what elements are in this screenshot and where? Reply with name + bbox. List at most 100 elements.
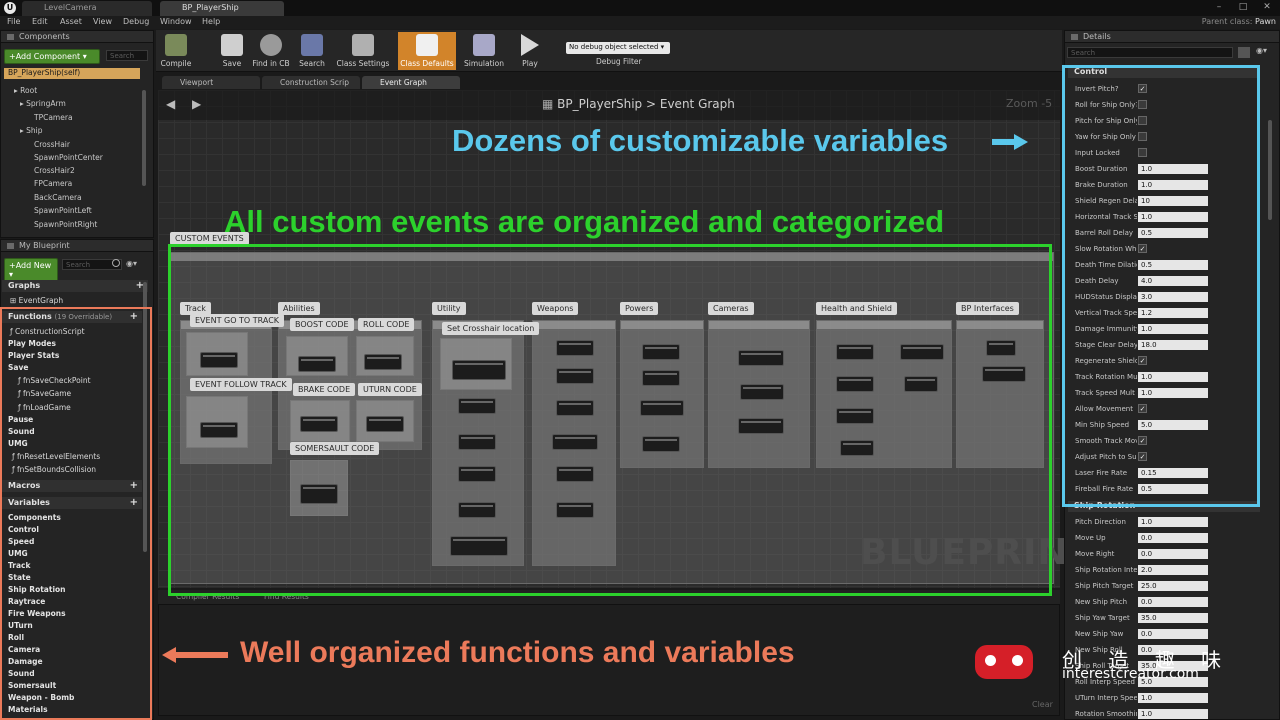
details-search-input[interactable]: Search: [1067, 47, 1233, 58]
details-label: New Ship Pitch: [1075, 598, 1128, 606]
menu-bar: File Edit Asset View Debug Window Help P…: [0, 16, 1280, 29]
parent-class: Parent class: Pawn: [1201, 17, 1276, 26]
clear-button[interactable]: Clear: [1032, 700, 1053, 709]
unreal-logo-icon: U: [4, 2, 16, 14]
details-label: UTurn Interp Speed: [1075, 694, 1137, 702]
tree-item-backcamera[interactable]: BackCamera: [34, 193, 82, 202]
components-scrollbar[interactable]: [142, 90, 146, 186]
menu-view[interactable]: View: [93, 17, 112, 26]
maximize-icon[interactable]: □: [1232, 1, 1254, 13]
tree-item-ship[interactable]: ▸ Ship: [20, 126, 43, 135]
annotation-functions: Well organized functions and variables: [240, 636, 795, 669]
tree-item-crosshair[interactable]: CrossHair: [34, 140, 70, 149]
play-button[interactable]: Play: [510, 32, 550, 70]
tree-item-root[interactable]: ▸ Root: [14, 86, 37, 95]
event-graph-item[interactable]: ⊞ EventGraph: [10, 296, 63, 305]
details-value-input[interactable]: 25.0: [1138, 581, 1208, 591]
breadcrumb-blueprint[interactable]: BP_PlayerShip: [557, 97, 642, 111]
annotation-custom-events: All custom events are organized and cate…: [224, 204, 945, 239]
tree-item-tpcamera[interactable]: TPCamera: [34, 113, 73, 122]
simulation-button[interactable]: Simulation: [462, 32, 506, 70]
property-matrix-icon[interactable]: [1238, 47, 1250, 58]
search-button[interactable]: Search: [294, 32, 330, 70]
checklist-icon: [416, 34, 438, 56]
details-label: Ship Yaw Target: [1075, 614, 1130, 622]
tree-item-spawnpointcenter[interactable]: SpawnPointCenter: [34, 153, 103, 162]
details-header: Details: [1065, 31, 1279, 43]
add-new-button[interactable]: +Add New ▾: [4, 258, 58, 282]
tree-item-crosshair2[interactable]: CrossHair2: [34, 166, 75, 175]
arrow-left-shaft: [176, 652, 228, 658]
tab-construction-script[interactable]: Construction Scrip: [262, 76, 360, 89]
details-value-input[interactable]: 0.0: [1138, 597, 1208, 607]
class-defaults-button[interactable]: Class Defaults: [398, 32, 456, 70]
details-label: New Ship Yaw: [1075, 630, 1124, 638]
tree-item-springarm[interactable]: ▸ SpringArm: [20, 99, 66, 108]
component-self[interactable]: BP_PlayerShip(self): [4, 68, 140, 79]
arrow-right-shaft: [992, 139, 1014, 145]
details-label: Move Right: [1075, 550, 1115, 558]
add-component-button[interactable]: +Add Component ▾: [4, 49, 100, 64]
menu-edit[interactable]: Edit: [32, 17, 48, 26]
binoculars-icon: [301, 34, 323, 56]
menu-file[interactable]: File: [7, 17, 20, 26]
menu-window[interactable]: Window: [160, 17, 192, 26]
graph-breadcrumb: ▦ BP_PlayerShip > Event Graph: [542, 97, 735, 111]
details-value-input[interactable]: 1.0: [1138, 709, 1208, 719]
components-search-input[interactable]: Search: [106, 50, 148, 61]
tab-viewport[interactable]: Viewport: [162, 76, 260, 89]
tab-event-graph[interactable]: Event Graph: [362, 76, 460, 89]
class-settings-button[interactable]: Class Settings: [334, 32, 392, 70]
breadcrumb-event-graph: Event Graph: [659, 97, 735, 111]
tab-bp-playership[interactable]: BP_PlayerShip: [160, 1, 284, 16]
tab-level-camera[interactable]: LevelCamera: [22, 1, 152, 16]
save-button[interactable]: Save: [214, 32, 250, 70]
details-label: Ship Pitch Target: [1075, 582, 1134, 590]
annotation-variables: Dozens of customizable variables: [452, 123, 949, 158]
close-icon[interactable]: ✕: [1256, 1, 1278, 13]
details-value-input[interactable]: 0.0: [1138, 533, 1208, 543]
view-options-icon[interactable]: ◉▾: [126, 259, 137, 268]
compile-gear-icon: [165, 34, 187, 56]
tree-item-spawnpointleft[interactable]: SpawnPointLeft: [34, 206, 92, 215]
details-scrollbar[interactable]: [1268, 120, 1272, 220]
details-label: Rotation Smoothing: [1075, 710, 1137, 718]
graphs-header[interactable]: Graphs +: [2, 280, 148, 292]
menu-asset[interactable]: Asset: [60, 17, 82, 26]
details-value-input[interactable]: 0.0: [1138, 629, 1208, 639]
tree-item-spawnpointright[interactable]: SpawnPointRight: [34, 220, 97, 229]
details-label: Move Up: [1075, 534, 1106, 542]
debug-filter-label: Debug Filter: [596, 57, 642, 66]
components-header: Components: [1, 31, 153, 43]
forward-arrow-icon[interactable]: ▶: [192, 97, 201, 111]
breadcrumb-separator: >: [645, 97, 657, 111]
view-options-icon[interactable]: ◉▾: [1256, 46, 1267, 55]
debug-object-select[interactable]: No debug object selected ▾: [566, 42, 670, 54]
compile-button[interactable]: Compile: [156, 32, 196, 70]
details-value-input[interactable]: 1.0: [1138, 517, 1208, 527]
back-arrow-icon[interactable]: ◀: [166, 97, 175, 111]
details-label: Pitch Direction: [1075, 518, 1126, 526]
watermark-text-en: interestcreator.com: [1062, 666, 1199, 682]
details-value-input[interactable]: 35.0: [1138, 613, 1208, 623]
gears-icon: [352, 34, 374, 56]
zoom-level: Zoom -5: [1006, 97, 1053, 110]
minimize-icon[interactable]: –: [1208, 1, 1230, 13]
menu-debug[interactable]: Debug: [123, 17, 149, 26]
magnifier-icon: [260, 34, 282, 56]
annotation-frame-blue: [1062, 65, 1260, 507]
find-in-cb-button[interactable]: Find in CB: [250, 32, 292, 70]
arrow-right-icon: [1014, 134, 1028, 150]
details-value-input[interactable]: 0.0: [1138, 549, 1208, 559]
save-disk-icon: [221, 34, 243, 56]
details-value-input[interactable]: 2.0: [1138, 565, 1208, 575]
annotation-frame-green: [168, 244, 1052, 596]
details-value-input[interactable]: 1.0: [1138, 693, 1208, 703]
menu-help[interactable]: Help: [202, 17, 220, 26]
my-blueprint-header: My Blueprint: [1, 240, 153, 252]
simulation-icon: [473, 34, 495, 56]
search-icon[interactable]: [112, 259, 120, 267]
tree-item-fpcamera[interactable]: FPCamera: [34, 179, 72, 188]
play-icon: [521, 34, 539, 56]
watermark-logo-icon: [975, 645, 1033, 679]
